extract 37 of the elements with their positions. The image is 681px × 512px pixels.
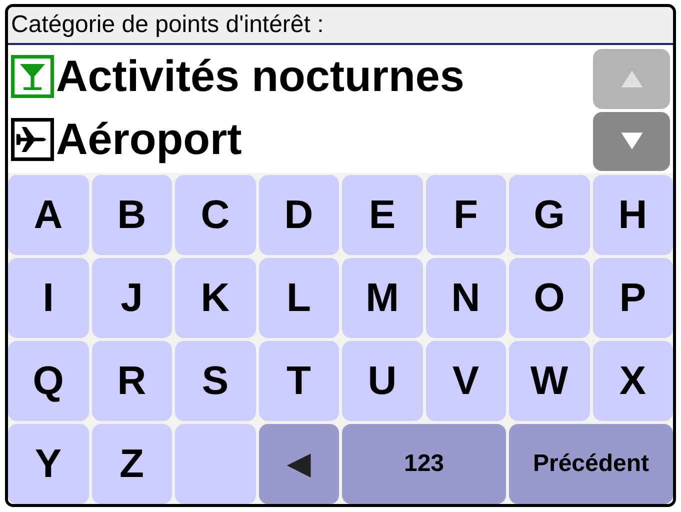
letter-key[interactable]: T [258,341,339,421]
backspace-key[interactable]: ◄ [258,424,339,504]
letter-key[interactable]: M [342,258,422,338]
letter-key[interactable]: L [258,258,339,338]
letter-key[interactable]: B [92,175,172,255]
letter-key[interactable]: I [8,258,88,338]
letter-key[interactable]: J [92,258,172,338]
letter-key[interactable]: K [175,258,256,338]
letter-key[interactable]: P [592,258,673,338]
keyboard-key[interactable]: Précédent [509,424,673,504]
down-triangle-icon [620,131,644,152]
keyboard-key[interactable]: 123 [342,424,506,504]
header-title: Catégorie de points d'intérêt : [11,11,324,39]
letter-key[interactable]: F [426,175,506,255]
letter-key[interactable]: N [426,258,506,338]
cocktail-glass-icon [11,55,54,98]
letter-key[interactable]: U [342,341,422,421]
up-triangle-icon [620,68,644,89]
letter-key[interactable]: W [509,341,590,421]
letter-key[interactable]: Y [8,424,88,504]
letter-key[interactable]: E [342,175,422,255]
letter-key[interactable]: D [258,175,339,255]
letter-key[interactable]: O [509,258,590,338]
letter-key[interactable]: S [175,341,256,421]
airplane-icon [11,118,54,161]
letter-key[interactable]: R [92,341,172,421]
category-item[interactable]: Aéroport [56,114,242,164]
letter-key[interactable]: V [426,341,506,421]
letter-key[interactable]: Q [8,341,88,421]
letter-key[interactable]: G [509,175,590,255]
letter-key[interactable]: A [8,175,88,255]
letter-key[interactable]: Z [92,424,172,504]
letter-key[interactable]: H [592,175,673,255]
letter-key[interactable]: C [175,175,256,255]
scroll-down-button[interactable] [593,112,670,171]
letter-key[interactable]: X [592,341,673,421]
category-item[interactable]: Activités nocturnes [56,52,464,102]
